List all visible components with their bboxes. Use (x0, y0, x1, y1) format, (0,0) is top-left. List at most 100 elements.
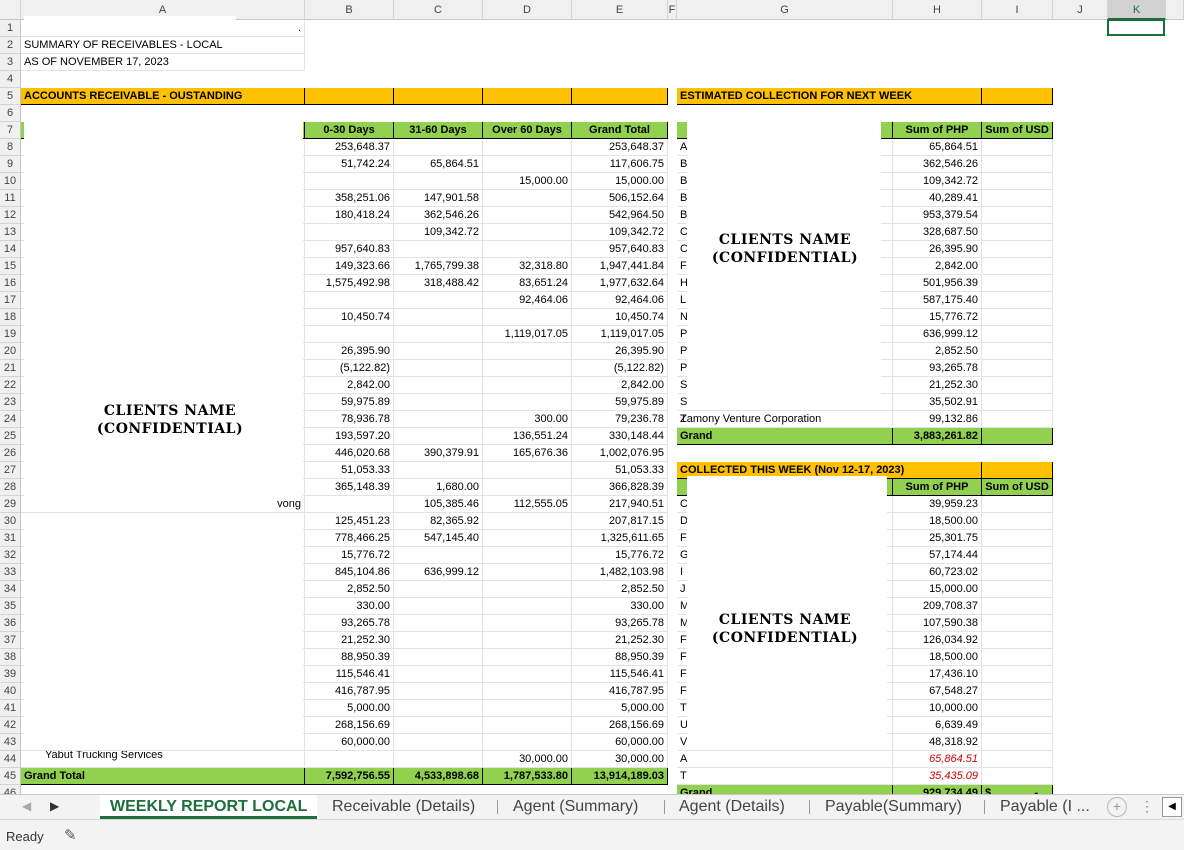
col-usd-value[interactable] (982, 683, 1053, 700)
ar-value[interactable] (483, 598, 572, 615)
ar-value[interactable]: 92,464.06 (483, 292, 572, 309)
col-header-1[interactable]: Sum of PHP (893, 479, 982, 496)
est-php-value[interactable]: 21,252.30 (893, 377, 982, 394)
tab-payable-details[interactable]: Payable (I ... (990, 795, 1100, 818)
row-header[interactable]: 36 (0, 615, 21, 632)
row-header[interactable]: 19 (0, 326, 21, 343)
ar-value[interactable]: 2,842.00 (305, 377, 394, 394)
col-usd-value[interactable] (982, 547, 1053, 564)
est-usd-value[interactable] (982, 309, 1053, 326)
ar-section-fill[interactable] (483, 88, 572, 105)
ar-value[interactable] (394, 734, 483, 751)
row-header[interactable]: 1 (0, 20, 21, 37)
ar-value[interactable]: 112,555.05 (483, 496, 572, 513)
ar-header-3[interactable]: Over 60 Days (483, 122, 572, 139)
active-cell-k1[interactable] (1107, 19, 1165, 36)
row-header[interactable]: 41 (0, 700, 21, 717)
est-php-value[interactable]: 2,842.00 (893, 258, 982, 275)
ar-value[interactable] (483, 700, 572, 717)
ar-value[interactable]: 1,002,076.95 (572, 445, 668, 462)
col-php-value[interactable]: 60,723.02 (893, 564, 982, 581)
row-header[interactable]: 20 (0, 343, 21, 360)
ar-value[interactable] (305, 173, 394, 190)
ar-value[interactable]: 15,776.72 (572, 547, 668, 564)
ar-value[interactable] (394, 666, 483, 683)
ar-value[interactable] (394, 326, 483, 343)
ar-value[interactable]: 51,053.33 (305, 462, 394, 479)
ar-value[interactable] (483, 632, 572, 649)
row-header[interactable]: 35 (0, 598, 21, 615)
col-php-value[interactable]: 25,301.75 (893, 530, 982, 547)
ar-value[interactable] (305, 224, 394, 241)
ar-value[interactable]: 149,323.66 (305, 258, 394, 275)
est-usd-value[interactable] (982, 190, 1053, 207)
ar-value[interactable] (305, 292, 394, 309)
ar-value[interactable] (483, 139, 572, 156)
col-client-initial[interactable]: A (677, 751, 893, 768)
row-header[interactable]: 4 (0, 71, 21, 88)
col-php-value[interactable]: 107,590.38 (893, 615, 982, 632)
row-header[interactable]: 16 (0, 275, 21, 292)
column-header-b[interactable]: B (305, 0, 394, 20)
col-usd-value[interactable] (982, 700, 1053, 717)
column-header-c[interactable]: C (394, 0, 483, 20)
ar-value[interactable] (394, 241, 483, 258)
est-usd-value[interactable] (982, 394, 1053, 411)
est-php-value[interactable]: 2,852.50 (893, 343, 982, 360)
est-total-label[interactable]: Grand (677, 428, 893, 445)
row-header[interactable]: 39 (0, 666, 21, 683)
ar-value[interactable]: 30,000.00 (483, 751, 572, 768)
col-client-initial[interactable]: T (677, 768, 893, 785)
ar-grand-total-value[interactable]: 13,914,189.03 (572, 768, 668, 785)
ar-value[interactable]: 365,148.39 (305, 479, 394, 496)
ar-last-client[interactable]: Yabut Trucking Services (21, 751, 305, 768)
ar-value[interactable]: 88,950.39 (572, 649, 668, 666)
ar-value[interactable] (394, 717, 483, 734)
ar-value[interactable]: 2,852.50 (572, 581, 668, 598)
ar-value[interactable]: 1,765,799.38 (394, 258, 483, 275)
est-usd-value[interactable] (982, 258, 1053, 275)
ar-value[interactable]: 109,342.72 (572, 224, 668, 241)
row-header[interactable]: 42 (0, 717, 21, 734)
ar-value[interactable] (483, 530, 572, 547)
col-php-value[interactable]: 126,034.92 (893, 632, 982, 649)
est-usd-value[interactable] (982, 360, 1053, 377)
ar-value[interactable]: 117,606.75 (572, 156, 668, 173)
ar-value[interactable]: 358,251.06 (305, 190, 394, 207)
ar-value[interactable] (394, 547, 483, 564)
ar-value[interactable]: 79,236.78 (572, 411, 668, 428)
est-usd-value[interactable] (982, 156, 1053, 173)
ar-value[interactable] (483, 547, 572, 564)
row-header[interactable]: 5 (0, 88, 21, 105)
ar-section-fill[interactable] (572, 88, 668, 105)
row-header[interactable]: 2 (0, 37, 21, 54)
ar-value[interactable]: 2,842.00 (572, 377, 668, 394)
est-php-value[interactable]: 328,687.50 (893, 224, 982, 241)
ar-value[interactable]: 15,000.00 (572, 173, 668, 190)
col-php-value[interactable]: 15,000.00 (893, 581, 982, 598)
ar-value[interactable]: 93,265.78 (305, 615, 394, 632)
row-header[interactable]: 29 (0, 496, 21, 513)
row-header[interactable]: 37 (0, 632, 21, 649)
ar-name-fragment[interactable]: vong (21, 496, 305, 513)
row-header[interactable]: 18 (0, 309, 21, 326)
ar-value[interactable]: 65,864.51 (394, 156, 483, 173)
col-usd-value[interactable] (982, 717, 1053, 734)
est-php-value[interactable]: 99,132.86 (893, 411, 982, 428)
scroll-tabs-right-icon[interactable]: ▶ (50, 799, 59, 813)
col-usd-value[interactable] (982, 615, 1053, 632)
ar-value[interactable] (483, 615, 572, 632)
ar-value[interactable]: 165,676.36 (483, 445, 572, 462)
ar-value[interactable] (394, 751, 483, 768)
col-total-usd[interactable]: $ - (982, 785, 1053, 794)
ar-value[interactable] (305, 751, 394, 768)
column-header-e[interactable]: E (572, 0, 668, 20)
col-php-value[interactable]: 209,708.37 (893, 598, 982, 615)
ar-value[interactable] (394, 343, 483, 360)
more-options-icon[interactable]: ⋮ (1140, 798, 1154, 815)
ar-value[interactable] (483, 309, 572, 326)
ar-value[interactable]: 5,000.00 (305, 700, 394, 717)
ar-grand-total-value[interactable]: 7,592,756.55 (305, 768, 394, 785)
ar-value[interactable] (394, 411, 483, 428)
col-usd-value[interactable] (982, 598, 1053, 615)
